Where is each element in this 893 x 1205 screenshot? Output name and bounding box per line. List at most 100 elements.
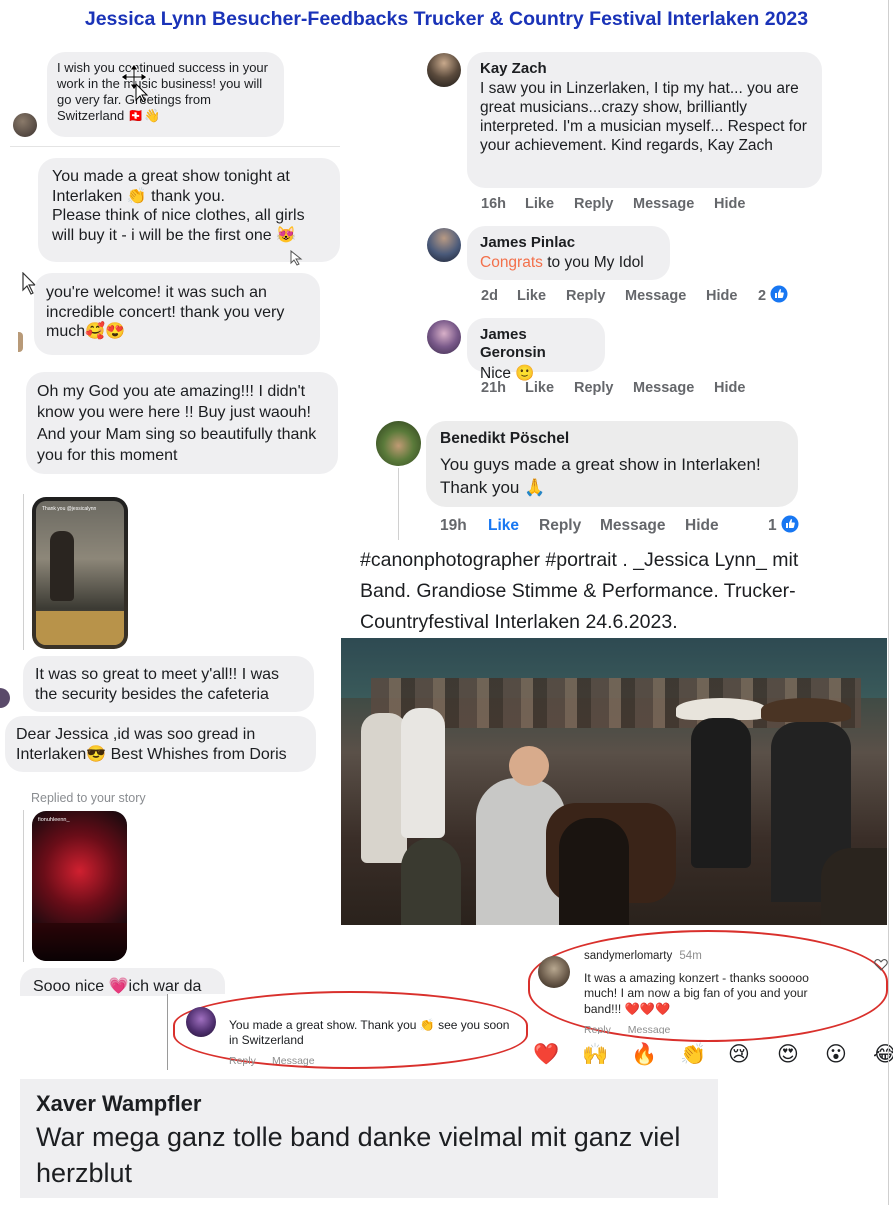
- story-image: Thank you @jessicalynn: [36, 501, 124, 645]
- replied-to-story-label: Replied to your story: [31, 791, 146, 805]
- avatar: [18, 332, 23, 352]
- chat-message-6: Dear Jessica ,id was soo gread in Interl…: [5, 716, 316, 772]
- story-reply-line: [23, 494, 24, 650]
- chat-message-5-text: It was so great to meet y'all!! I was th…: [35, 666, 280, 703]
- person: [691, 718, 751, 868]
- chat-message-4-text: Oh my God you ate amazing!!! I didn't kn…: [37, 383, 317, 465]
- reply-button[interactable]: Reply: [229, 1055, 256, 1067]
- comment-kay-zach: Kay Zach I saw you in Linzerlaken, I tip…: [467, 52, 822, 188]
- avatar: [13, 113, 37, 137]
- story-thumbnail-1[interactable]: Thank you @jessicalynn: [32, 497, 128, 649]
- message-button[interactable]: Message: [272, 1055, 315, 1067]
- hide-button[interactable]: Hide: [714, 196, 745, 212]
- ig-username-text[interactable]: sandymerlomarty: [584, 950, 672, 962]
- chat-message-3: you're welcome! it was such an incredibl…: [34, 273, 320, 355]
- reaction-count: 1: [768, 517, 777, 534]
- avatar: [186, 1007, 216, 1037]
- chat-message-7: Sooo nice 💗ich war da: [20, 968, 225, 996]
- like-button[interactable]: Like: [517, 288, 546, 304]
- hide-button[interactable]: Hide: [685, 517, 719, 535]
- comment-time: 19h: [440, 517, 467, 534]
- divider: [10, 146, 340, 147]
- commenter-name[interactable]: Kay Zach: [480, 60, 809, 78]
- ig-comment-time: 54m: [679, 950, 702, 962]
- like-button[interactable]: Like: [525, 196, 554, 212]
- cowboy-hat: [761, 698, 851, 722]
- chat-message-2-line: Interlaken 👏 thank you.: [52, 187, 225, 205]
- person: [401, 838, 461, 925]
- reply-button[interactable]: Reply: [566, 288, 606, 304]
- crowd-silhouette: [32, 923, 127, 961]
- comment-actions: 19h Like Reply Message Hide 1: [440, 517, 800, 535]
- comment-benedikt-poschel: Benedikt Pöschel You guys made a great s…: [426, 421, 798, 507]
- chat-message-2-line: will buy it - i will be the first one 😻: [52, 226, 296, 244]
- reaction-fire-icon[interactable]: 🔥: [631, 1042, 657, 1067]
- person: [401, 708, 445, 838]
- cowboy-hat: [676, 698, 766, 720]
- message-button[interactable]: Message: [633, 196, 694, 212]
- reaction-crying-icon[interactable]: 😢: [728, 1042, 750, 1066]
- comment-time: 16h: [481, 196, 506, 212]
- chat-message-5: It was so great to meet y'all!! I was th…: [23, 656, 314, 712]
- performer-hair: [559, 818, 629, 925]
- festival-photo: [341, 638, 887, 925]
- heart-outline-icon[interactable]: [874, 958, 888, 971]
- photo-caption: #canonphotographer #portrait . _Jessica …: [360, 549, 799, 633]
- hide-button[interactable]: Hide: [714, 380, 745, 396]
- reaction-raised-hands-icon[interactable]: 🙌: [582, 1042, 608, 1067]
- avatar: [376, 421, 421, 466]
- reaction-laughing-icon[interactable]: 😂: [873, 1042, 893, 1066]
- like-button[interactable]: Like: [488, 517, 519, 535]
- avatar: [427, 228, 461, 262]
- move-cursor-icon: [120, 63, 149, 102]
- comment-time: 21h: [481, 380, 506, 396]
- like-button[interactable]: Like: [525, 380, 554, 396]
- like-reaction-icon[interactable]: [770, 285, 788, 303]
- page-edge: [888, 0, 889, 1205]
- avatar: [427, 320, 461, 354]
- ig-username[interactable]: sandymerlomarty 54m: [584, 950, 702, 962]
- comment-text: I saw you in Linzerlaken, I tip my hat..…: [480, 80, 807, 155]
- hide-button[interactable]: Hide: [706, 288, 737, 304]
- story-thumbnail-2[interactable]: fionuhleenn_: [32, 811, 127, 961]
- commenter-name[interactable]: Benedikt Pöschel: [440, 430, 784, 449]
- person-head: [509, 746, 549, 786]
- comment-james-pinlac: James Pinlac Congrats to you My Idol: [467, 226, 670, 280]
- commenter-name[interactable]: Xaver Wampfler: [36, 1091, 702, 1117]
- ig-comment-text: You made a great show. Thank you 👏 see y…: [229, 1018, 510, 1047]
- person: [821, 848, 887, 925]
- like-reaction-icon[interactable]: [781, 515, 799, 533]
- chat-message-2-line: You made a great show tonight at: [52, 168, 290, 185]
- commenter-name[interactable]: James Geronsin: [480, 326, 592, 363]
- chat-message-1-text: I wish you continued success in your wor…: [57, 60, 268, 123]
- story-username: fionuhleenn_: [38, 817, 70, 823]
- chat-message-7-text: Sooo nice 💗ich war da: [33, 978, 202, 995]
- comment-time: 2d: [481, 288, 498, 304]
- reaction-heart-icon[interactable]: ❤️: [533, 1042, 559, 1067]
- reply-button[interactable]: Reply: [574, 380, 614, 396]
- reply-button[interactable]: Reply: [584, 1024, 611, 1034]
- reply-button[interactable]: Reply: [574, 196, 614, 212]
- chat-message-2: You made a great show tonight at Interla…: [38, 158, 340, 262]
- reaction-heart-eyes-icon[interactable]: 😍: [777, 1042, 799, 1066]
- reaction-clap-icon[interactable]: 👏: [680, 1042, 706, 1067]
- ig-comment-actions: Reply Message: [584, 1024, 784, 1034]
- highlighted-word: Congrats: [480, 254, 543, 272]
- commenter-name[interactable]: James Pinlac: [480, 234, 657, 252]
- chat-message-1: I wish you continued success in your wor…: [47, 52, 284, 137]
- message-button[interactable]: Message: [633, 380, 694, 396]
- message-button[interactable]: Message: [625, 288, 686, 304]
- story-reply-line: [23, 810, 24, 962]
- message-button[interactable]: Message: [600, 517, 665, 535]
- reaction-bar: ❤️ 🙌 🔥 👏 😢 😍 😮 😂: [533, 1042, 893, 1072]
- performer-figure: [50, 531, 74, 601]
- message-button[interactable]: Message: [628, 1024, 671, 1034]
- stage-floor: [36, 611, 124, 645]
- comment-xaver-wampfler: Xaver Wampfler War mega ganz tolle band …: [20, 1079, 718, 1198]
- page-title: Jessica Lynn Besucher-Feedbacks Trucker …: [84, 8, 809, 30]
- pointer-cursor-icon: [290, 250, 303, 266]
- reaction-surprised-icon[interactable]: 😮: [825, 1042, 847, 1066]
- chat-message-6-text: Dear Jessica ,id was soo gread in Interl…: [16, 726, 287, 763]
- thread-line: [398, 468, 399, 540]
- reply-button[interactable]: Reply: [539, 517, 581, 535]
